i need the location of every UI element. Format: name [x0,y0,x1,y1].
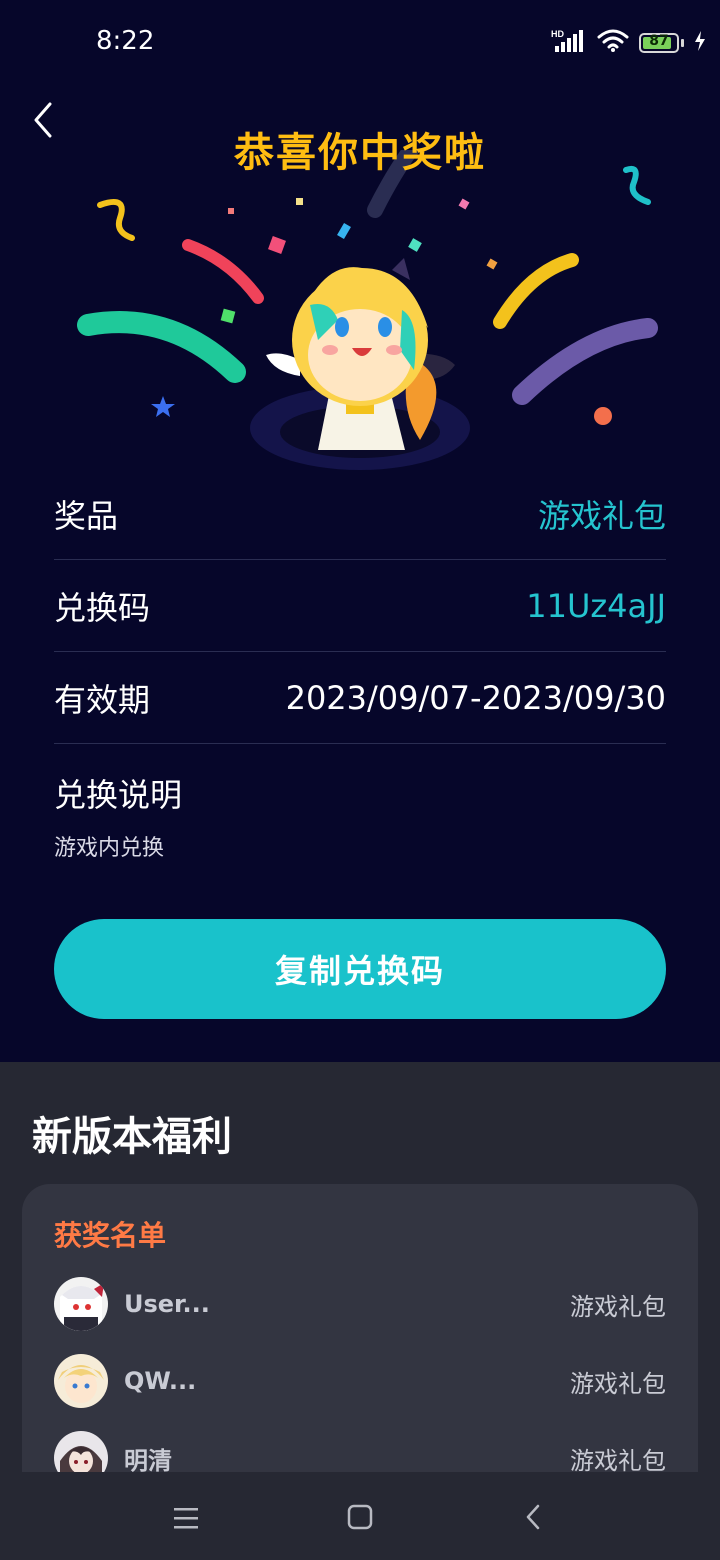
winners-title: 获奖名单 [54,1219,167,1252]
validity-row: 有效期 2023/09/07-2023/09/30 [54,652,666,744]
winner-prize: 游戏礼包 [570,1369,666,1398]
menu-icon [174,1508,198,1529]
battery-level: 87 [649,33,669,49]
winner-name: 明清 [124,1446,172,1475]
system-nav-bar [0,1472,720,1560]
list-item[interactable]: User... 游戏礼包 [54,1276,666,1332]
winner-name: User... [124,1290,210,1318]
section-title: 新版本福利 [32,1114,232,1160]
copy-code-button[interactable]: 复制兑换码 [54,919,666,1019]
celebration-illustration [77,150,658,470]
status-time: 8:22 [96,26,155,56]
hd-signal-icon: HD [551,28,587,58]
back-triangle-icon [526,1504,540,1530]
prize-label: 奖品 [54,496,119,535]
code-value[interactable]: 11Uz4aJJ [526,587,666,625]
page-title: 恭喜你中奖啦 [234,130,486,176]
winners-card: 获奖名单 User... 游戏礼包 QW... 游戏礼包 明清 游戏礼包 [22,1184,698,1504]
validity-label: 有效期 [54,680,151,719]
winner-name: QW... [124,1367,197,1395]
welfare-section: 新版本福利 获奖名单 User... 游戏礼包 QW... 游戏礼包 明清 游戏… [0,1062,720,1504]
svg-text:HD: HD [551,29,564,39]
prize-panel: 8:22 HD 87 恭喜你中奖啦 奖品 游戏礼包 兑换码 11Uz4aJJ 有… [0,0,720,1062]
wifi-icon [597,29,629,57]
status-icons: HD 87 [551,28,706,58]
avatar [54,1354,108,1408]
list-item[interactable]: QW... 游戏礼包 [54,1353,666,1409]
avatar [54,1277,108,1331]
home-button[interactable] [340,1500,380,1536]
code-label: 兑换码 [54,588,151,627]
instructions-text: 游戏内兑换 [54,836,165,861]
prize-value: 游戏礼包 [537,496,666,535]
back-nav-button[interactable] [514,1500,554,1536]
instructions-title: 兑换说明 [54,776,183,814]
home-square-icon [347,1504,373,1530]
prize-row: 奖品 游戏礼包 [54,468,666,560]
validity-value: 2023/09/07-2023/09/30 [285,678,666,717]
prize-details: 奖品 游戏礼包 兑换码 11Uz4aJJ 有效期 2023/09/07-2023… [54,468,666,862]
battery-icon: 87 [639,33,684,53]
menu-button[interactable] [166,1500,206,1536]
winner-prize: 游戏礼包 [570,1446,666,1475]
code-row: 兑换码 11Uz4aJJ [54,560,666,652]
charging-icon [694,31,706,55]
winner-prize: 游戏礼包 [570,1292,666,1321]
status-bar: 8:22 HD 87 [0,0,720,86]
